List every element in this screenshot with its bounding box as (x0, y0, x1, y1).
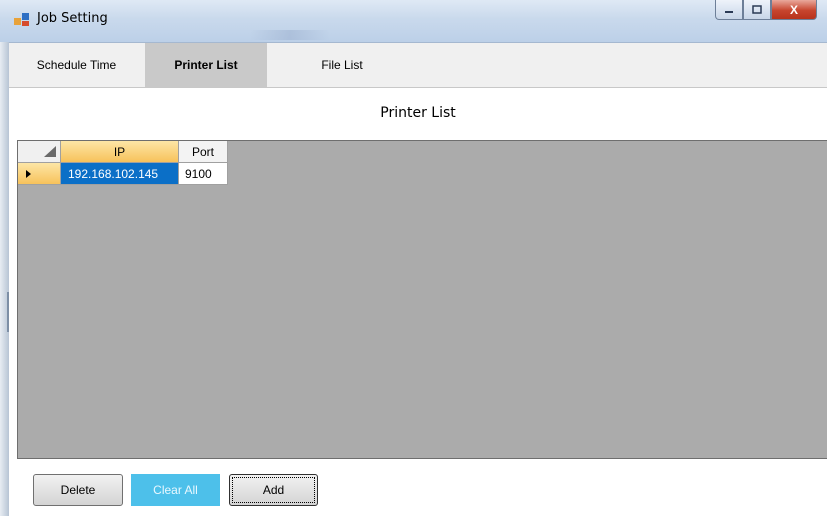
cell-port[interactable]: 9100 (179, 163, 228, 185)
title-bar-glare (250, 30, 330, 40)
tab-schedule-time[interactable]: Schedule Time (9, 43, 144, 87)
tab-label: File List (321, 58, 363, 72)
close-button[interactable]: X (771, 0, 817, 20)
tab-file-list[interactable]: File List (277, 43, 407, 87)
app-icon (14, 13, 29, 26)
maximize-button[interactable] (743, 0, 771, 20)
clear-all-button[interactable]: Clear All (131, 474, 220, 506)
maximize-icon (752, 5, 762, 14)
title-bar: Job Setting X (0, 0, 827, 43)
resize-grip[interactable] (7, 292, 9, 332)
delete-button[interactable]: Delete (33, 474, 123, 506)
tab-printer-list[interactable]: Printer List (145, 43, 267, 87)
cell-ip[interactable]: 192.168.102.145 (61, 163, 179, 185)
window-left-border (0, 42, 9, 516)
close-icon: X (789, 2, 798, 17)
tab-strip: Schedule Time Printer List File List (9, 43, 827, 88)
minimize-button[interactable] (715, 0, 743, 20)
column-header-port[interactable]: Port (179, 141, 228, 163)
select-all-triangle-icon (44, 145, 56, 157)
page-title: Printer List (380, 105, 456, 121)
column-header-ip[interactable]: IP (61, 141, 179, 163)
row-header[interactable] (18, 163, 61, 185)
printer-grid[interactable]: IP Port 192.168.102.145 9100 (17, 140, 827, 459)
tab-label: Printer List (174, 58, 238, 72)
caption-buttons: X (715, 0, 817, 20)
add-button[interactable]: Add (229, 474, 318, 506)
current-row-arrow-icon (26, 169, 31, 178)
grid-corner-header[interactable] (18, 141, 61, 163)
tab-label: Schedule Time (36, 58, 117, 72)
window-title: Job Setting (37, 11, 108, 26)
minimize-icon (725, 10, 733, 13)
